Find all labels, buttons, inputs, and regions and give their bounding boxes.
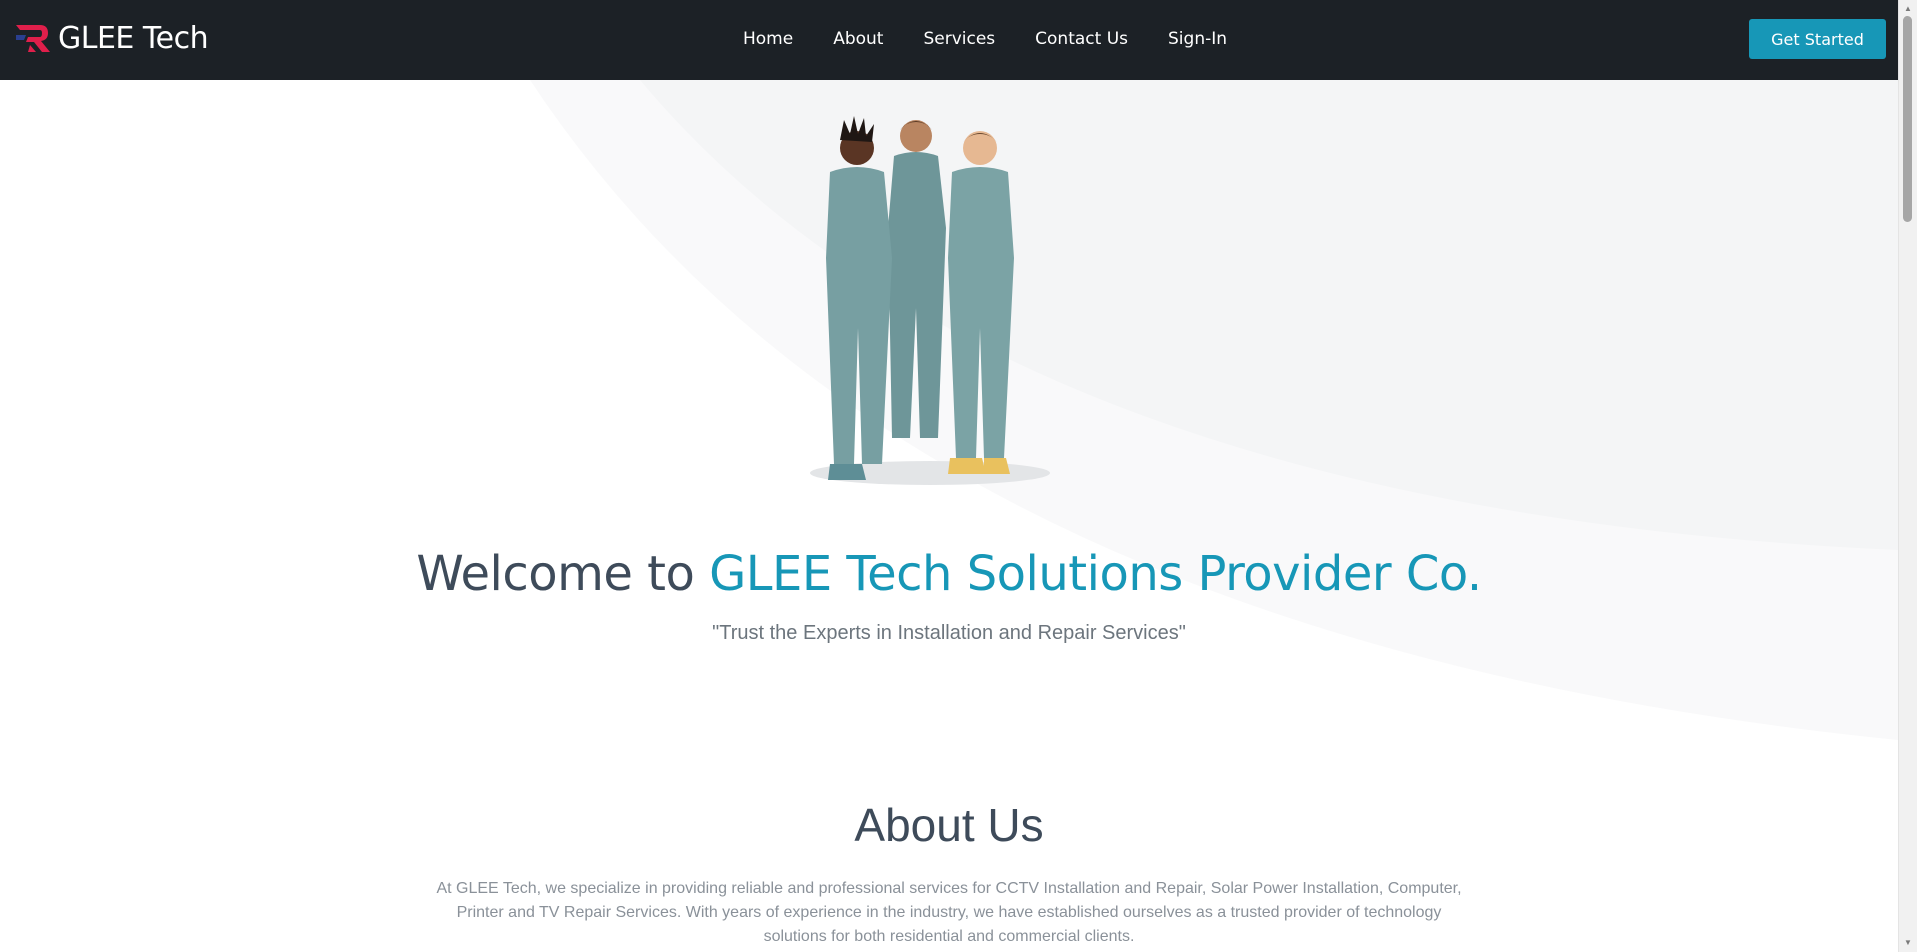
scrollbar-thumb[interactable] (1903, 16, 1912, 222)
nav-menu: Home About Services Contact Us Sign-In (743, 0, 1267, 78)
about-title: About Us (854, 799, 1044, 851)
hero-workers-illustration (810, 116, 1050, 485)
navbar: GLEE Tech Home About Services Contact Us… (0, 0, 1898, 80)
hero-tagline: "Trust the Experts in Installation and R… (712, 622, 1186, 644)
scroll-up-arrow-icon[interactable]: ▲ (1899, 2, 1917, 16)
nav-services[interactable]: Services (923, 29, 995, 49)
brand-link[interactable]: GLEE Tech (14, 20, 209, 56)
nav-home[interactable]: Home (743, 29, 793, 49)
nav-contact-us[interactable]: Contact Us (1035, 29, 1128, 49)
hero-title: Welcome to GLEE Tech Solutions Provider … (0, 546, 1898, 602)
vertical-scrollbar[interactable]: ▲ ▼ (1898, 0, 1917, 952)
nav-sign-in[interactable]: Sign-In (1168, 29, 1227, 49)
glee-tech-logo-icon (16, 25, 50, 52)
hero-title-accent: GLEE Tech Solutions Provider Co. (709, 546, 1482, 602)
page: GLEE Tech Home About Services Contact Us… (0, 0, 1917, 952)
get-started-button[interactable]: Get Started (1749, 19, 1886, 59)
brand-name: GLEE Tech (58, 20, 209, 56)
nav-about[interactable]: About (833, 29, 883, 49)
scroll-down-arrow-icon[interactable]: ▼ (1899, 936, 1917, 950)
about-text: At GLEE Tech, we specialize in providing… (436, 880, 1462, 945)
hero-section: Welcome to GLEE Tech Solutions Provider … (0, 80, 1898, 952)
hero-title-lead: Welcome to (416, 546, 710, 602)
